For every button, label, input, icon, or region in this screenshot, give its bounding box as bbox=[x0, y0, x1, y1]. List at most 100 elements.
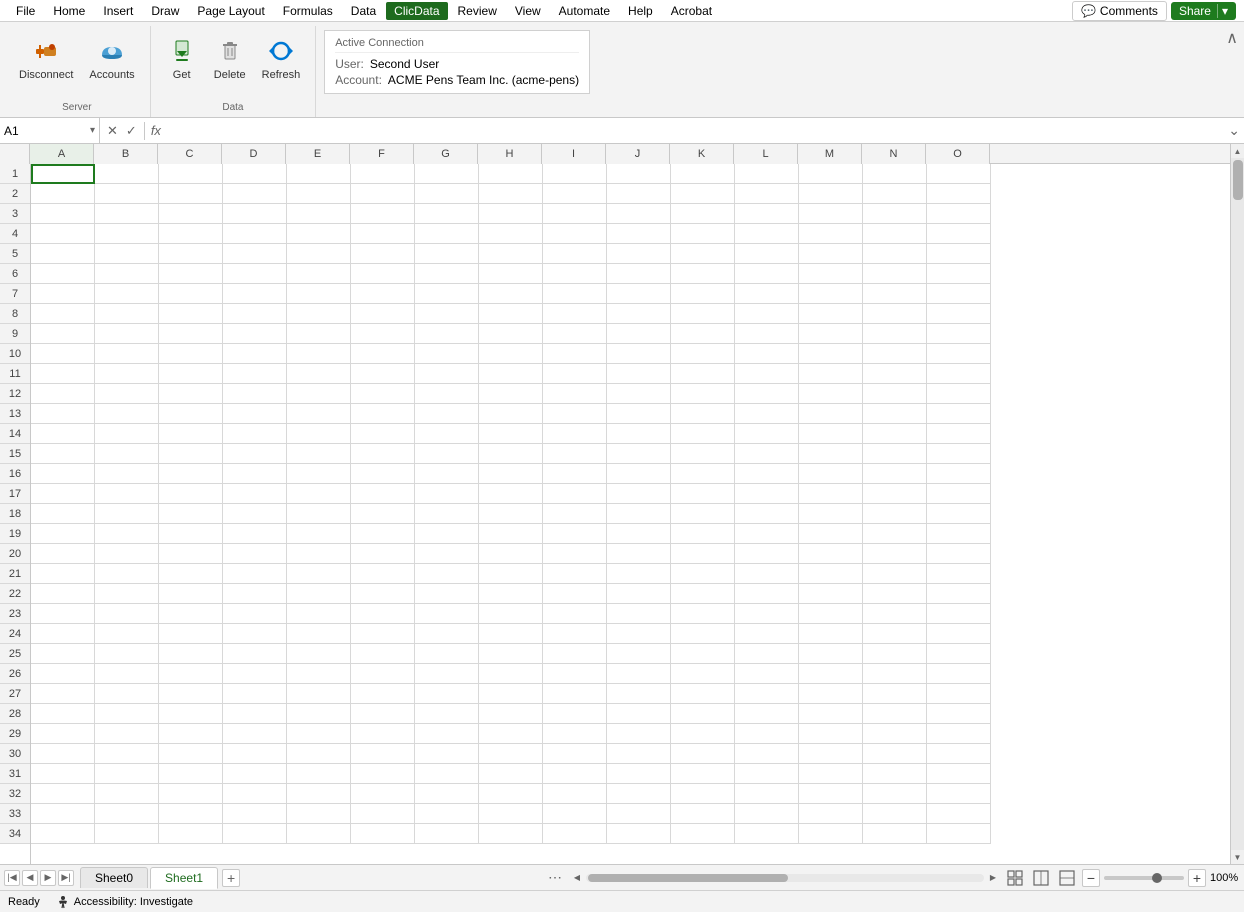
cell-F29[interactable] bbox=[351, 724, 415, 744]
cell-K12[interactable] bbox=[671, 384, 735, 404]
cell-E4[interactable] bbox=[287, 224, 351, 244]
cell-K2[interactable] bbox=[671, 184, 735, 204]
accounts-button[interactable]: Accounts bbox=[82, 30, 141, 86]
cell-M20[interactable] bbox=[799, 544, 863, 564]
scroll-track[interactable] bbox=[1231, 158, 1244, 850]
corner-cell[interactable] bbox=[0, 144, 30, 164]
cell-F21[interactable] bbox=[351, 564, 415, 584]
cell-A5[interactable] bbox=[31, 244, 95, 264]
cell-F12[interactable] bbox=[351, 384, 415, 404]
row-header-8[interactable]: 8 bbox=[0, 304, 30, 324]
cell-O28[interactable] bbox=[927, 704, 991, 724]
cell-C1[interactable] bbox=[159, 164, 223, 184]
cell-K34[interactable] bbox=[671, 824, 735, 844]
cell-J24[interactable] bbox=[607, 624, 671, 644]
cell-E10[interactable] bbox=[287, 344, 351, 364]
normal-view-button[interactable] bbox=[1004, 867, 1026, 889]
cell-G31[interactable] bbox=[415, 764, 479, 784]
cell-C4[interactable] bbox=[159, 224, 223, 244]
cell-L29[interactable] bbox=[735, 724, 799, 744]
disconnect-button[interactable]: Disconnect bbox=[12, 30, 80, 86]
cell-B22[interactable] bbox=[95, 584, 159, 604]
cell-D11[interactable] bbox=[223, 364, 287, 384]
cell-J9[interactable] bbox=[607, 324, 671, 344]
cell-N18[interactable] bbox=[863, 504, 927, 524]
cell-D2[interactable] bbox=[223, 184, 287, 204]
cell-K25[interactable] bbox=[671, 644, 735, 664]
col-header-L[interactable]: L bbox=[734, 144, 798, 164]
row-header-1[interactable]: 1 bbox=[0, 164, 30, 184]
row-header-13[interactable]: 13 bbox=[0, 404, 30, 424]
cell-I10[interactable] bbox=[543, 344, 607, 364]
col-header-O[interactable]: O bbox=[926, 144, 990, 164]
cell-O2[interactable] bbox=[927, 184, 991, 204]
cell-K27[interactable] bbox=[671, 684, 735, 704]
cell-O18[interactable] bbox=[927, 504, 991, 524]
cell-G1[interactable] bbox=[415, 164, 479, 184]
cell-F17[interactable] bbox=[351, 484, 415, 504]
cell-K29[interactable] bbox=[671, 724, 735, 744]
cell-O3[interactable] bbox=[927, 204, 991, 224]
cell-K14[interactable] bbox=[671, 424, 735, 444]
cell-K20[interactable] bbox=[671, 544, 735, 564]
cell-I2[interactable] bbox=[543, 184, 607, 204]
cell-I5[interactable] bbox=[543, 244, 607, 264]
cell-J27[interactable] bbox=[607, 684, 671, 704]
cell-F8[interactable] bbox=[351, 304, 415, 324]
cell-D32[interactable] bbox=[223, 784, 287, 804]
cell-A3[interactable] bbox=[31, 204, 95, 224]
cell-J18[interactable] bbox=[607, 504, 671, 524]
formula-cancel-button[interactable]: ✕ bbox=[104, 122, 121, 140]
cell-K23[interactable] bbox=[671, 604, 735, 624]
row-header-21[interactable]: 21 bbox=[0, 564, 30, 584]
cell-J5[interactable] bbox=[607, 244, 671, 264]
cell-M7[interactable] bbox=[799, 284, 863, 304]
cell-L10[interactable] bbox=[735, 344, 799, 364]
cell-C19[interactable] bbox=[159, 524, 223, 544]
cell-D31[interactable] bbox=[223, 764, 287, 784]
cell-D19[interactable] bbox=[223, 524, 287, 544]
cell-M11[interactable] bbox=[799, 364, 863, 384]
cell-J13[interactable] bbox=[607, 404, 671, 424]
cell-J6[interactable] bbox=[607, 264, 671, 284]
cell-L3[interactable] bbox=[735, 204, 799, 224]
cell-G12[interactable] bbox=[415, 384, 479, 404]
cell-E25[interactable] bbox=[287, 644, 351, 664]
cell-B3[interactable] bbox=[95, 204, 159, 224]
cell-H11[interactable] bbox=[479, 364, 543, 384]
cell-M13[interactable] bbox=[799, 404, 863, 424]
cell-H32[interactable] bbox=[479, 784, 543, 804]
cell-F7[interactable] bbox=[351, 284, 415, 304]
row-header-24[interactable]: 24 bbox=[0, 624, 30, 644]
cell-M34[interactable] bbox=[799, 824, 863, 844]
cell-G30[interactable] bbox=[415, 744, 479, 764]
cell-G18[interactable] bbox=[415, 504, 479, 524]
cell-N26[interactable] bbox=[863, 664, 927, 684]
cell-G25[interactable] bbox=[415, 644, 479, 664]
cell-E22[interactable] bbox=[287, 584, 351, 604]
cell-M12[interactable] bbox=[799, 384, 863, 404]
cell-A18[interactable] bbox=[31, 504, 95, 524]
cell-B26[interactable] bbox=[95, 664, 159, 684]
cell-I20[interactable] bbox=[543, 544, 607, 564]
cell-G16[interactable] bbox=[415, 464, 479, 484]
cell-E3[interactable] bbox=[287, 204, 351, 224]
cell-N1[interactable] bbox=[863, 164, 927, 184]
cell-I3[interactable] bbox=[543, 204, 607, 224]
row-header-34[interactable]: 34 bbox=[0, 824, 30, 844]
formula-confirm-button[interactable]: ✓ bbox=[123, 122, 140, 140]
cell-D14[interactable] bbox=[223, 424, 287, 444]
cell-E5[interactable] bbox=[287, 244, 351, 264]
cell-G24[interactable] bbox=[415, 624, 479, 644]
cell-H7[interactable] bbox=[479, 284, 543, 304]
cell-O15[interactable] bbox=[927, 444, 991, 464]
cell-D34[interactable] bbox=[223, 824, 287, 844]
cell-L20[interactable] bbox=[735, 544, 799, 564]
cell-N14[interactable] bbox=[863, 424, 927, 444]
cell-K6[interactable] bbox=[671, 264, 735, 284]
scroll-up-button[interactable]: ▲ bbox=[1231, 144, 1244, 158]
sheet-nav-next[interactable]: ▶ bbox=[40, 870, 56, 886]
cell-D5[interactable] bbox=[223, 244, 287, 264]
h-scroll-track[interactable] bbox=[586, 874, 984, 882]
cell-L21[interactable] bbox=[735, 564, 799, 584]
